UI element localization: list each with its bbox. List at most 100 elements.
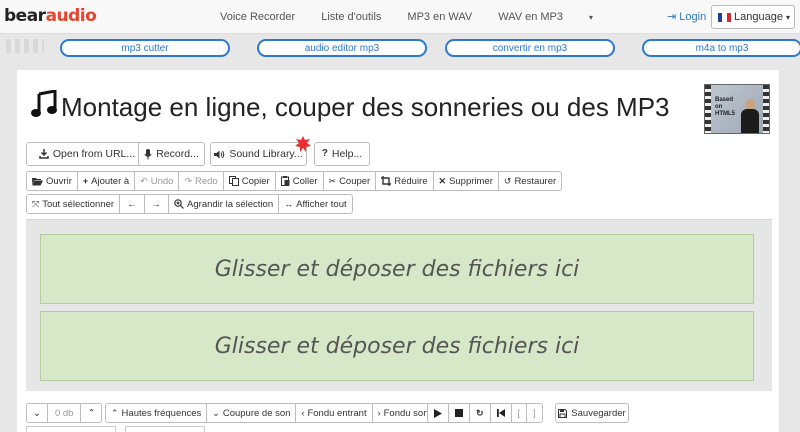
paste-icon (280, 176, 290, 186)
paste-button[interactable]: Coller (274, 171, 324, 191)
play-icon (434, 408, 442, 418)
bracket-right-icon: ] (533, 407, 536, 418)
redo-label: Redo (194, 175, 218, 187)
folder-open-icon (32, 177, 43, 186)
open-label: Ouvrir (46, 175, 72, 187)
plus-icon: + (82, 175, 89, 186)
help-label: Help... (331, 148, 363, 160)
drop-zone-label: Glisser et déposer des fichiers ici (214, 333, 580, 359)
undo-icon: ↶ (140, 175, 148, 186)
editor-panel: Montage en ligne, couper des sonneries o… (17, 70, 779, 432)
cut-label: Couper (339, 175, 371, 187)
cut-button[interactable]: ✂ Couper (322, 171, 377, 191)
stop-button[interactable] (448, 403, 470, 423)
high-frequency-button[interactable]: ⌃ Hautes fréquences (105, 403, 208, 423)
undo-button[interactable]: ↶ Undo (134, 171, 180, 191)
move-left-button[interactable]: ← (119, 194, 145, 214)
top-navbar: bearaudio Voice Recorder Liste d'outils … (0, 0, 800, 34)
play-button[interactable] (427, 403, 449, 423)
language-label: Language (734, 11, 783, 23)
sound-library-label: Sound Library... (229, 148, 303, 160)
waveform-area: Glisser et déposer des fichiers ici Glis… (26, 219, 772, 391)
quick-link-convert-mp3[interactable]: convertir en mp3 (445, 39, 615, 57)
next-row-fragment (26, 426, 116, 432)
volume-control: ⌄ 0 db ⌃ (26, 403, 103, 423)
nav-mp3-to-wav[interactable]: MP3 en WAV (407, 11, 472, 23)
html5-video-thumbnail[interactable]: Based on HTML5 (704, 84, 770, 134)
help-button[interactable]: ? Help... (314, 142, 370, 166)
drop-zone-track-1[interactable]: Glisser et déposer des fichiers ici (40, 234, 754, 304)
selection-start-button[interactable]: [ (510, 403, 528, 423)
fade-in-label: Fondu entrant (307, 407, 367, 419)
restore-button[interactable]: ↺ Restaurer (497, 171, 563, 191)
move-right-button[interactable]: → (143, 194, 170, 214)
zoom-selection-button[interactable]: Agrandir la sélection (168, 194, 280, 214)
open-button[interactable]: Ouvrir (26, 171, 78, 191)
open-from-url-label: Open from URL... (52, 148, 136, 160)
bearaudio-logo[interactable]: bearaudio (4, 6, 97, 26)
save-button[interactable]: Sauvegarder (555, 403, 629, 423)
show-all-label: Afficher tout (296, 198, 347, 210)
select-all-button[interactable]: ⤧ Tout sélectionner (26, 194, 121, 214)
login-link[interactable]: ⇥ Login (667, 10, 706, 23)
sound-library-button[interactable]: Sound Library... (210, 142, 307, 166)
playback-controls: ↻ [ ] (427, 403, 543, 423)
chevron-right-icon: › (377, 407, 381, 418)
append-label: Ajouter à (91, 175, 130, 187)
select-all-label: Tout sélectionner (42, 198, 115, 210)
delete-button[interactable]: ✕ Supprimer (432, 171, 499, 191)
quick-link-mp3-cutter[interactable]: mp3 cutter (60, 39, 230, 57)
skip-to-start-button[interactable] (489, 403, 512, 423)
open-from-url-button[interactable]: Open from URL... (26, 142, 148, 166)
trim-button[interactable]: Réduire (375, 171, 434, 191)
french-flag-icon (718, 12, 731, 22)
volume-up-button[interactable]: ⌃ (80, 403, 103, 423)
login-label: Login (679, 11, 707, 23)
copy-button[interactable]: Copier (222, 171, 276, 191)
redo-button[interactable]: ↷ Redo (178, 171, 224, 191)
selection-end-button[interactable]: ] (526, 403, 543, 423)
crop-icon (381, 176, 392, 186)
drop-zone-track-2[interactable]: Glisser et déposer des fichiers ici (40, 311, 754, 381)
undo-label: Undo (150, 175, 174, 187)
nav-wav-to-mp3[interactable]: WAV en MP3 (498, 11, 563, 23)
loop-button[interactable]: ↻ (469, 403, 491, 423)
nav-tool-list[interactable]: Liste d'outils (321, 11, 381, 23)
delete-label: Supprimer (449, 175, 493, 187)
copy-icon (228, 176, 239, 186)
bracket-left-icon: [ (517, 407, 521, 418)
save-label: Sauvegarder (571, 407, 626, 419)
nav-voice-recorder[interactable]: Voice Recorder (220, 11, 295, 23)
language-dropdown[interactable]: Language ▾ (711, 5, 795, 29)
refresh-icon: ↻ (476, 407, 484, 418)
high-frequency-label: Hautes fréquences (121, 407, 202, 419)
save-icon (558, 408, 568, 418)
arrow-left-icon: ← (127, 198, 137, 210)
low-cut-label: Coupure de son (222, 407, 291, 419)
microphone-icon (144, 148, 152, 160)
presenter-image (741, 99, 759, 133)
record-button[interactable]: Record... (138, 142, 205, 166)
nav-more-dropdown-icon[interactable]: ▾ (589, 13, 593, 22)
restore-label: Restaurer (514, 175, 557, 187)
expand-arrows-icon: ⤧ (32, 198, 40, 209)
arrow-right-icon: → (151, 198, 162, 210)
show-all-button[interactable]: ↔ Afficher tout (278, 194, 353, 214)
drop-zone-label: Glisser et déposer des fichiers ici (214, 256, 580, 282)
low-cut-button[interactable]: ⌄ Coupure de son (206, 403, 297, 423)
blurred-element (6, 39, 44, 53)
login-icon: ⇥ (667, 11, 677, 23)
quick-link-audio-editor[interactable]: audio editor mp3 (257, 39, 427, 57)
fade-in-button[interactable]: ‹ Fondu entrant (295, 403, 373, 423)
selection-toolbar: ⤧ Tout sélectionner ← → Agrandir la séle… (26, 194, 353, 214)
horizontal-arrows-icon: ↔ (284, 198, 294, 209)
quick-link-m4a-to-mp3[interactable]: m4a to mp3 (642, 39, 800, 57)
close-icon: ✕ (438, 175, 447, 186)
edit-toolbar: Ouvrir + Ajouter à ↶ Undo ↷ Redo Copier … (26, 171, 563, 191)
volume-down-button[interactable]: ⌄ (26, 403, 48, 423)
record-label: Record... (156, 148, 199, 160)
append-button[interactable]: + Ajouter à (76, 171, 136, 191)
zoom-in-icon (174, 199, 184, 209)
chevron-up-icon: ⌃ (87, 407, 96, 419)
main-nav: Voice Recorder Liste d'outils MP3 en WAV… (220, 0, 593, 34)
